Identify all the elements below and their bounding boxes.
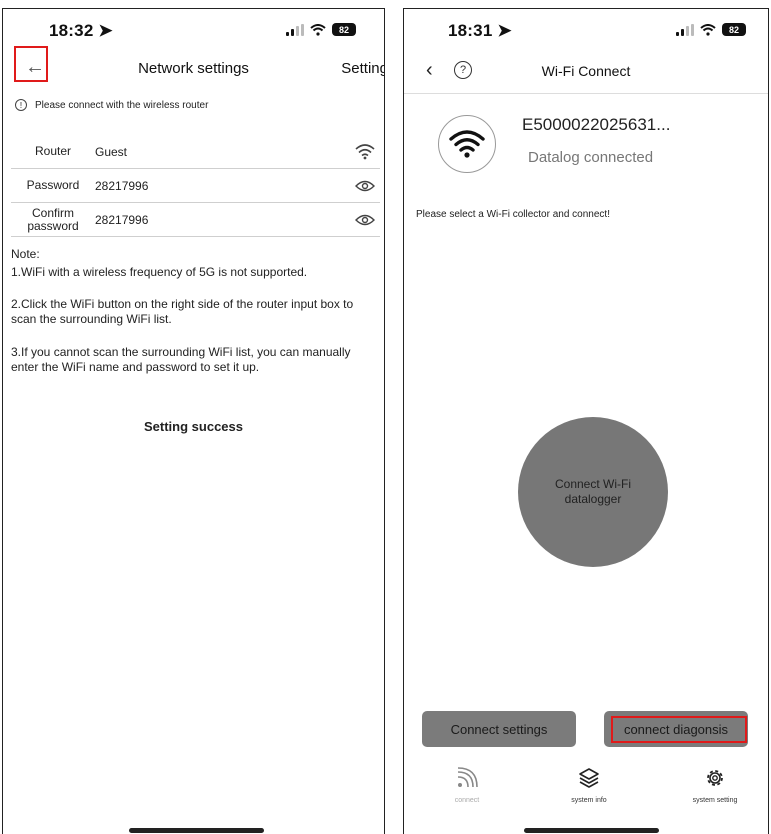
tab-system-info-label: system info [571,797,607,804]
status-bar: 18:31 ➤ 82 [404,9,768,49]
info-icon: ! [15,99,27,111]
wifi-connect-screen: 18:31 ➤ 82 ‹ ? Wi-Fi Connect E5000022025… [403,8,769,834]
eye-icon[interactable] [350,180,380,192]
eye-icon[interactable] [350,214,380,226]
select-prompt: Please select a Wi-Fi collector and conn… [416,209,610,220]
tab-connect[interactable]: connect [422,767,512,804]
tab-bar: connect system info system setting [404,767,768,817]
password-row: Password 28217996 [11,169,380,203]
tab-system-setting[interactable]: system setting [670,767,760,804]
wifi-status-icon [700,23,716,36]
note-2: 2.Click the WiFi button on the right sid… [11,297,354,326]
location-arrow-icon: ➤ [98,21,113,40]
gear-icon [670,767,760,791]
tab-system-setting-label: system setting [692,797,738,804]
status-icons: 82 [676,23,746,36]
connect-datalogger-button[interactable]: Connect Wi-Fi datalogger [518,417,668,567]
confirm-password-label: Confirm password [27,205,79,233]
router-label: Router [34,144,72,158]
home-indicator [524,828,659,833]
router-row: Router Guest [11,135,380,169]
battery-icon: 82 [332,23,356,36]
device-status: Datalog connected [528,149,654,166]
setting-button[interactable]: Setting [341,60,384,77]
diagnosis-button-highlight [611,716,747,743]
cellular-signal-icon [286,23,304,36]
info-message: ! Please connect with the wireless route… [15,99,208,111]
password-field[interactable]: 28217996 [95,179,350,193]
page-title: Network settings [138,60,249,77]
note-title: Note: [11,247,40,261]
confirm-password-row: Confirm password 28217996 [11,203,380,237]
device-id: E5000022025631... [522,115,671,134]
wifi-scan-icon[interactable] [350,143,380,160]
status-bar: 18:32 ➤ 82 [3,9,384,49]
rss-icon [422,767,512,791]
router-field[interactable]: Guest [95,145,350,159]
password-label: Password [26,178,80,192]
note-3: 3.If you cannot scan the surrounding WiF… [11,345,351,374]
tab-connect-label: connect [454,797,480,804]
location-arrow-icon: ➤ [497,21,512,40]
network-settings-screen: 18:32 ➤ 82 ← Network settings Setting ! … [2,8,385,834]
note-1: 1.WiFi with a wireless frequency of 5G i… [11,265,308,279]
status-icons: 82 [286,23,356,36]
connect-settings-button[interactable]: Connect settings [422,711,576,747]
datalogger-wifi-icon [438,115,496,173]
tab-system-info[interactable]: system info [544,767,634,804]
cellular-signal-icon [676,23,694,36]
confirm-password-field[interactable]: 28217996 [95,213,350,227]
info-text: Please connect with the wireless router [35,99,209,111]
layers-icon [544,767,634,791]
status-time: 18:32 ➤ [49,21,113,40]
setting-success-message: Setting success [144,419,243,434]
status-time: 18:31 ➤ [448,21,512,40]
page-title: Wi-Fi Connect [541,63,631,79]
wifi-status-icon [310,23,326,36]
battery-icon: 82 [722,23,746,36]
home-indicator [129,828,264,833]
header-divider [404,93,768,94]
